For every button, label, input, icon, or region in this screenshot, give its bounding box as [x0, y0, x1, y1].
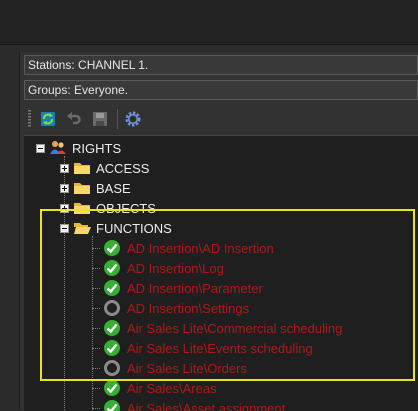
tree-node-label: FUNCTIONS — [96, 221, 172, 236]
function-label: AD Insertion\Log — [127, 261, 224, 276]
toolbar-separator — [117, 109, 118, 129]
toolbar-grip[interactable] — [28, 110, 31, 128]
stations-field: Stations: CHANNEL 1. — [24, 55, 418, 75]
function-label: AD Insertion\Settings — [127, 301, 249, 316]
function-label: Air Sales\Areas — [127, 381, 217, 396]
collapse-toggle[interactable] — [36, 144, 45, 153]
tree-connector — [92, 368, 100, 369]
tree-connector — [92, 328, 100, 329]
collapse-toggle[interactable] — [60, 224, 69, 233]
empty-circle-icon — [103, 299, 121, 317]
undo-button[interactable] — [65, 110, 83, 128]
refresh-icon — [40, 111, 56, 127]
function-label: AD Insertion\AD Insertion — [127, 241, 274, 256]
tree-leaf-function[interactable]: Air Sales\Asset assignment — [92, 398, 285, 411]
tree-connector — [92, 348, 100, 349]
window-title-bar — [0, 0, 418, 45]
empty-circle-icon — [103, 359, 121, 377]
function-label: Air Sales\Asset assignment — [127, 401, 285, 411]
settings-button[interactable] — [124, 110, 142, 128]
expand-toggle[interactable] — [60, 164, 69, 173]
open-folder-icon — [73, 221, 91, 235]
users-icon — [49, 140, 67, 156]
rights-tree[interactable]: RIGHTS ACCESS BASE OBJECTS FUNCTIONS — [24, 135, 418, 411]
check-icon — [103, 379, 121, 397]
save-button[interactable] — [91, 110, 109, 128]
check-icon — [103, 239, 121, 257]
tree-leaf-function[interactable]: Air Sales\Areas — [92, 378, 217, 398]
function-label: Air Sales Lite\Commercial scheduling — [127, 321, 342, 336]
tree-folder-base[interactable]: BASE — [60, 178, 131, 198]
check-icon — [103, 279, 121, 297]
folder-icon — [73, 201, 91, 215]
function-label: Air Sales Lite\Events scheduling — [127, 341, 313, 356]
tree-connector — [92, 248, 100, 249]
tree-connector — [92, 308, 100, 309]
expand-toggle[interactable] — [60, 204, 69, 213]
expand-toggle[interactable] — [60, 184, 69, 193]
check-icon — [103, 259, 121, 277]
check-icon — [103, 319, 121, 337]
toolbar — [24, 105, 418, 133]
tree-leaf-function[interactable]: AD Insertion\Parameter — [92, 278, 263, 298]
tree-node-label: ACCESS — [96, 161, 149, 176]
tree-node-label: RIGHTS — [72, 141, 121, 156]
folder-icon — [73, 181, 91, 195]
check-icon — [103, 339, 121, 357]
folder-icon — [73, 161, 91, 175]
tree-connector — [92, 288, 100, 289]
tree-connector — [92, 268, 100, 269]
save-icon — [92, 111, 108, 127]
tree-node-label: BASE — [96, 181, 131, 196]
tree-leaf-function[interactable]: AD Insertion\Log — [92, 258, 224, 278]
check-icon — [103, 399, 121, 411]
undo-icon — [66, 111, 82, 127]
refresh-button[interactable] — [39, 110, 57, 128]
function-label: AD Insertion\Parameter — [127, 281, 263, 296]
tree-leaf-function[interactable]: Air Sales Lite\Events scheduling — [92, 338, 313, 358]
tree-leaf-function[interactable]: Air Sales Lite\Orders — [92, 358, 247, 378]
tree-node-rights[interactable]: RIGHTS — [36, 138, 121, 158]
tree-leaf-function[interactable]: AD Insertion\AD Insertion — [92, 238, 274, 258]
gear-icon — [124, 110, 142, 128]
tree-node-label: OBJECTS — [96, 201, 156, 216]
groups-field: Groups: Everyone. — [24, 80, 418, 100]
tree-leaf-function[interactable]: AD Insertion\Settings — [92, 298, 249, 318]
tree-leaf-function[interactable]: Air Sales Lite\Commercial scheduling — [92, 318, 342, 338]
function-label: Air Sales Lite\Orders — [127, 361, 247, 376]
tree-folder-functions[interactable]: FUNCTIONS — [60, 218, 172, 238]
tree-connector — [92, 408, 100, 409]
tree-connector — [92, 388, 100, 389]
tree-folder-objects[interactable]: OBJECTS — [60, 198, 156, 218]
tree-folder-access[interactable]: ACCESS — [60, 158, 149, 178]
